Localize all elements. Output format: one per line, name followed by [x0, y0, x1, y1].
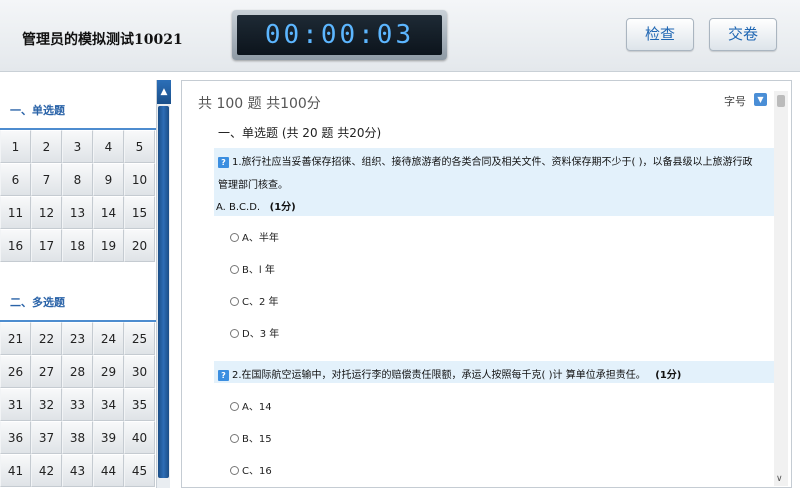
- exam-timer: 00:00:03: [237, 15, 442, 55]
- question-number-button[interactable]: 32: [31, 388, 62, 421]
- question-number-button[interactable]: 2: [31, 130, 62, 163]
- single-choice-grid: 1 2 3 4 5 6 7 8 9 10 11 12 13 14 15 16 17 18 19 20: [0, 130, 156, 262]
- question-number-button[interactable]: 7: [31, 163, 62, 196]
- question-number-button[interactable]: 24: [93, 322, 124, 355]
- choice-letters: A. B.C.D.: [216, 202, 261, 213]
- question-number-button[interactable]: 38: [62, 421, 93, 454]
- exam-title: 管理员的模拟测试10021: [22, 32, 183, 48]
- up-arrow-icon[interactable]: ▲: [157, 80, 171, 104]
- question-mark-icon: ?: [218, 156, 229, 168]
- question-number-button[interactable]: 42: [31, 454, 62, 487]
- question-number-button[interactable]: 19: [93, 229, 124, 262]
- question-number-button[interactable]: 6: [0, 163, 31, 196]
- option-1a[interactable]: A、半年: [230, 229, 279, 244]
- multi-choice-grid: 21 22 23 24 25 26 27 28 29 30 31 32 33 34 35 36 37 38 39 40…: [0, 322, 156, 487]
- question-number-button[interactable]: 12: [31, 196, 62, 229]
- question-text: 1.旅行社应当妥善保存招徕、组织、接待旅游者的各类合同及相关文件、资料保存期不少…: [232, 157, 753, 168]
- question-number-button[interactable]: 35: [124, 388, 155, 421]
- question-number-button[interactable]: 33: [62, 388, 93, 421]
- question-number-button[interactable]: 14: [93, 196, 124, 229]
- question-number-button[interactable]: 37: [31, 421, 62, 454]
- font-size-label: 字号: [724, 95, 746, 108]
- question-number-button[interactable]: 17: [31, 229, 62, 262]
- chevron-down-icon[interactable]: ▼: [754, 93, 767, 106]
- question-number-button[interactable]: 10: [124, 163, 155, 196]
- nav-section-title: 一、单选题: [10, 104, 65, 117]
- question-number-button[interactable]: 41: [0, 454, 31, 487]
- question-number-button[interactable]: 30: [124, 355, 155, 388]
- section-title: 一、单选题 (共 20 题 共20分): [218, 126, 382, 140]
- radio-circle-icon[interactable]: [230, 265, 239, 274]
- submit-exam-button[interactable]: 交卷: [709, 18, 777, 51]
- question-score: (1分): [269, 202, 296, 213]
- question-number-button[interactable]: 8: [62, 163, 93, 196]
- question-number-button[interactable]: 16: [0, 229, 31, 262]
- question-number-button[interactable]: 13: [62, 196, 93, 229]
- radio-circle-icon[interactable]: [230, 402, 239, 411]
- exam-header: 管理员的模拟测试10021 00:00:03 检查 交卷: [0, 0, 800, 72]
- radio-circle-icon[interactable]: [230, 233, 239, 242]
- radio-circle-icon[interactable]: [230, 466, 239, 475]
- question-number-button[interactable]: 31: [0, 388, 31, 421]
- question-number-button[interactable]: 34: [93, 388, 124, 421]
- question-number-button[interactable]: 22: [31, 322, 62, 355]
- nav-section-title: 二、多选题: [10, 296, 65, 309]
- question-text-cont: 管理部门核查。: [218, 180, 288, 191]
- radio-circle-icon[interactable]: [230, 329, 239, 338]
- question-navigator: 一、单选题 1 2 3 4 5 6 7 8 9 10 11 12 13 14 15 16 17 18 19 20 二、…: [0, 80, 172, 488]
- question-number-button[interactable]: 23: [62, 322, 93, 355]
- option-1c[interactable]: C、2 年: [230, 293, 279, 308]
- question-number-button[interactable]: 3: [62, 130, 93, 163]
- option-2b[interactable]: B、15: [230, 430, 272, 445]
- question-number-button[interactable]: 1: [0, 130, 31, 163]
- question-2: ? 2.在国际航空运输中，对托运行李的赔偿责任限额，承运人按照每千克( )计 算单…: [214, 361, 774, 383]
- question-number-button[interactable]: 39: [93, 421, 124, 454]
- question-number-button[interactable]: 18: [62, 229, 93, 262]
- question-number-button[interactable]: 44: [93, 454, 124, 487]
- nav-section-single-choice: 一、单选题: [0, 80, 156, 130]
- question-number-button[interactable]: 26: [0, 355, 31, 388]
- question-number-button[interactable]: 4: [93, 130, 124, 163]
- option-1d[interactable]: D、3 年: [230, 325, 279, 340]
- radio-circle-icon[interactable]: [230, 297, 239, 306]
- question-number-button[interactable]: 15: [124, 196, 155, 229]
- down-arrow-icon[interactable]: ∨: [776, 474, 783, 484]
- radio-circle-icon[interactable]: [230, 434, 239, 443]
- nav-scroll-thumb[interactable]: [158, 106, 169, 478]
- check-button[interactable]: 检查: [626, 18, 694, 51]
- question-number-button[interactable]: 5: [124, 130, 155, 163]
- question-number-button[interactable]: 20: [124, 229, 155, 262]
- question-text: 2.在国际航空运输中，对托运行李的赔偿责任限额，承运人按照每千克( )计 算单位…: [232, 370, 646, 381]
- option-2c[interactable]: C、16: [230, 462, 272, 477]
- question-number-button[interactable]: 25: [124, 322, 155, 355]
- question-score: (1分): [655, 370, 682, 381]
- question-scroll-thumb[interactable]: [777, 95, 785, 107]
- question-1: ? 1.旅行社应当妥善保存招徕、组织、接待旅游者的各类合同及相关文件、资料保存期不…: [214, 148, 774, 216]
- nav-section-multi-choice: 二、多选题: [0, 272, 156, 322]
- option-1b[interactable]: B、l 年: [230, 261, 275, 276]
- question-number-button[interactable]: 43: [62, 454, 93, 487]
- exam-summary: 共 100 题 共100分: [198, 96, 321, 112]
- option-2a[interactable]: A、14: [230, 398, 272, 413]
- question-number-button[interactable]: 29: [93, 355, 124, 388]
- timer-frame: 00:00:03: [232, 10, 447, 60]
- question-number-button[interactable]: 21: [0, 322, 31, 355]
- question-number-button[interactable]: 28: [62, 355, 93, 388]
- question-scrollbar[interactable]: ∨: [774, 91, 788, 486]
- question-number-button[interactable]: 36: [0, 421, 31, 454]
- question-number-button[interactable]: 9: [93, 163, 124, 196]
- question-number-button[interactable]: 27: [31, 355, 62, 388]
- question-number-button[interactable]: 45: [124, 454, 155, 487]
- question-panel: 共 100 题 共100分 字号 ▼ 一、单选题 (共 20 题 共20分) ?…: [181, 80, 792, 488]
- nav-scrollbar[interactable]: ▲: [156, 80, 171, 488]
- question-number-button[interactable]: 40: [124, 421, 155, 454]
- question-mark-icon: ?: [218, 369, 229, 381]
- question-number-button[interactable]: 11: [0, 196, 31, 229]
- question-number-list: 一、单选题 1 2 3 4 5 6 7 8 9 10 11 12 13 14 15 16 17 18 19 20 二、…: [0, 80, 156, 488]
